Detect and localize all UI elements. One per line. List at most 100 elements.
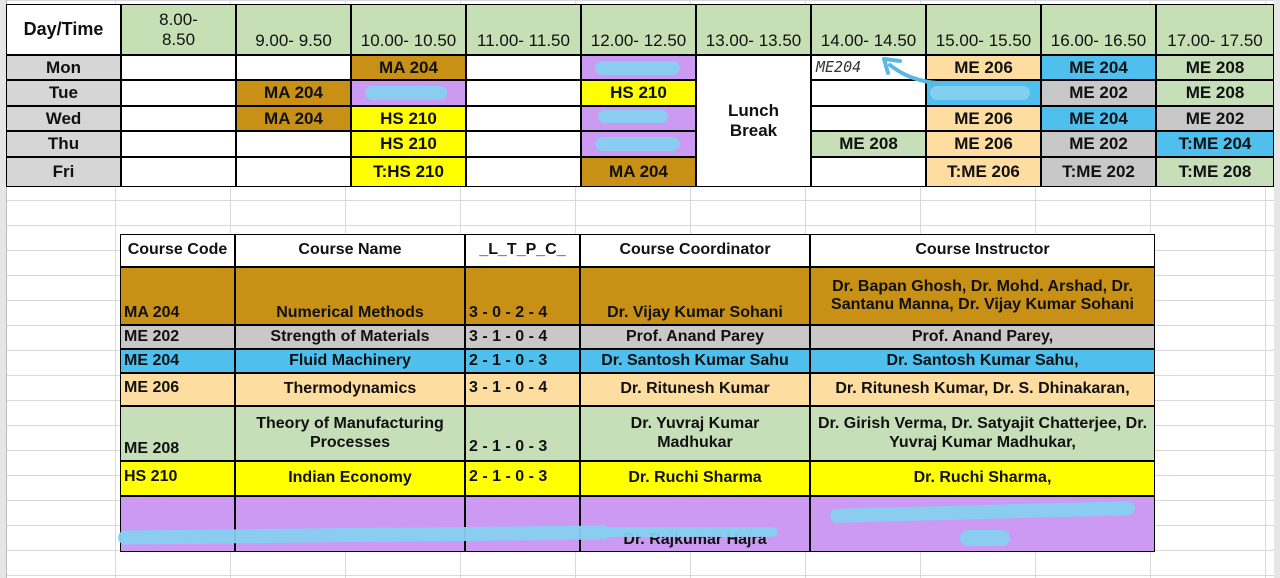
day-label-tue: Tue [6, 80, 121, 106]
course-ltpc: 2 - 1 - 0 - 3 [465, 349, 580, 373]
slot-course: ME 206 [926, 131, 1041, 157]
slot-empty [236, 55, 351, 80]
course-coordinator: Prof. Anand Parey [580, 325, 810, 349]
slot-course: ME 208 [1156, 55, 1274, 80]
slot-empty [466, 80, 581, 106]
slot-course: HS 210 [581, 80, 696, 106]
header-course-name: Course Name [235, 234, 465, 267]
slot-course: ME 202 [1041, 131, 1156, 157]
slot-course: T:ME 204 [1156, 131, 1274, 157]
slot-course: ME 206 [926, 106, 1041, 131]
slot-course: T:ME 206 [926, 157, 1041, 187]
course-name: Numerical Methods [235, 267, 465, 325]
arrow-icon [882, 57, 940, 85]
slot-course: T:ME 202 [1041, 157, 1156, 187]
slot-course: MA 204 [236, 106, 351, 131]
slot-course: MA 204 [236, 80, 351, 106]
time-header: 16.00- 16.50 [1041, 4, 1156, 55]
slot-empty [236, 157, 351, 187]
slot-empty [466, 106, 581, 131]
course-coordinator: Dr. Yuvraj Kumar Madhukar [580, 406, 810, 461]
redaction-mark [365, 86, 447, 100]
day-label-wed: Wed [6, 106, 121, 131]
time-header: 12.00- 12.50 [581, 4, 696, 55]
slot-course: ME 204 [1041, 106, 1156, 131]
course-name: Indian Economy [235, 461, 465, 496]
course-ltpc-redacted [465, 496, 580, 552]
time-header: 15.00- 15.50 [926, 4, 1041, 55]
course-coordinator: Dr. Vijay Kumar Sohani [580, 267, 810, 325]
redaction-mark [595, 137, 680, 151]
header-ltpc: _L_T_P_C_ [465, 234, 580, 267]
course-code: ME 204 [120, 349, 235, 373]
slot-course: MA 204 [581, 157, 696, 187]
course-ltpc: 2 - 1 - 0 - 3 [465, 461, 580, 496]
course-instructor: Dr. Santosh Kumar Sahu, [810, 349, 1155, 373]
course-coordinator: Dr. Ruchi Sharma [580, 461, 810, 496]
header-instructor: Course Instructor [810, 234, 1155, 267]
slot-empty [466, 55, 581, 80]
slot-course: ME 206 [926, 55, 1041, 80]
slot-empty [121, 55, 236, 80]
slot-empty [121, 131, 236, 157]
course-coordinator: Dr. Rajkumar Hajra [580, 496, 810, 552]
redaction-mark [598, 110, 668, 123]
course-name: Strength of Materials [235, 325, 465, 349]
course-instructor: Prof. Anand Parey, [810, 325, 1155, 349]
course-name: Thermodynamics [235, 373, 465, 406]
sheet-right-edge [1274, 0, 1280, 578]
course-code: ME 206 [120, 373, 235, 406]
course-coordinator: Dr. Santosh Kumar Sahu [580, 349, 810, 373]
redaction-mark [600, 527, 778, 537]
slot-course: HS 210 [351, 106, 466, 131]
slot-empty [466, 157, 581, 187]
header-course-code: Course Code [120, 234, 235, 267]
day-label-fri: Fri [6, 157, 121, 187]
course-code: MA 204 [120, 267, 235, 325]
time-header: 17.00- 17.50 [1156, 4, 1274, 55]
course-ltpc: 3 - 1 - 0 - 4 [465, 373, 580, 406]
course-ltpc: 3 - 0 - 2 - 4 [465, 267, 580, 325]
slot-course: MA 204 [351, 55, 466, 80]
course-instructor: Dr. Girish Verma, Dr. Satyajit Chatterje… [810, 406, 1155, 461]
slot-empty [466, 131, 581, 157]
slot-empty [236, 131, 351, 157]
slot-empty [121, 157, 236, 187]
slot-empty [121, 106, 236, 131]
course-instructor: Dr. Bapan Ghosh, Dr. Mohd. Arshad, Dr. S… [810, 267, 1155, 325]
slot-course: ME 202 [1156, 106, 1274, 131]
time-header: 13.00- 13.50 [696, 4, 811, 55]
course-name: Theory of Manufacturing Processes [235, 406, 465, 461]
slot-course: T:ME 208 [1156, 157, 1274, 187]
day-label-mon: Mon [6, 55, 121, 80]
slot-empty [121, 80, 236, 106]
time-header: 14.00- 14.50 [811, 4, 926, 55]
time-header: 11.00- 11.50 [466, 4, 581, 55]
course-code: ME 202 [120, 325, 235, 349]
course-ltpc: 3 - 1 - 0 - 4 [465, 325, 580, 349]
redaction-mark [595, 61, 680, 75]
time-header: 9.00- 9.50 [236, 4, 351, 55]
lunch-break: Lunch Break [696, 55, 811, 187]
slot-course: ME 204 [1041, 55, 1156, 80]
slot-empty [811, 106, 926, 131]
header-coordinator: Course Coordinator [580, 234, 810, 267]
corner-day-time: Day/Time [6, 4, 121, 55]
redaction-mark [960, 530, 1010, 546]
day-label-thu: Thu [6, 131, 121, 157]
course-name-redacted [235, 496, 465, 552]
course-ltpc: 2 - 1 - 0 - 3 [465, 406, 580, 461]
course-coordinator: Dr. Ritunesh Kumar [580, 373, 810, 406]
slot-course: ME 202 [1041, 80, 1156, 106]
course-code: HS 210 [120, 461, 235, 496]
slot-course: HS 210 [351, 131, 466, 157]
time-header: 8.00- 8.50 [121, 4, 236, 55]
slot-course: ME 208 [811, 131, 926, 157]
slot-course: T:HS 210 [351, 157, 466, 187]
slot-empty [811, 157, 926, 187]
course-name: Fluid Machinery [235, 349, 465, 373]
redaction-mark [930, 86, 1030, 100]
course-instructor: Dr. Ruchi Sharma, [810, 461, 1155, 496]
slot-course: ME 208 [1156, 80, 1274, 106]
time-header: 10.00- 10.50 [351, 4, 466, 55]
